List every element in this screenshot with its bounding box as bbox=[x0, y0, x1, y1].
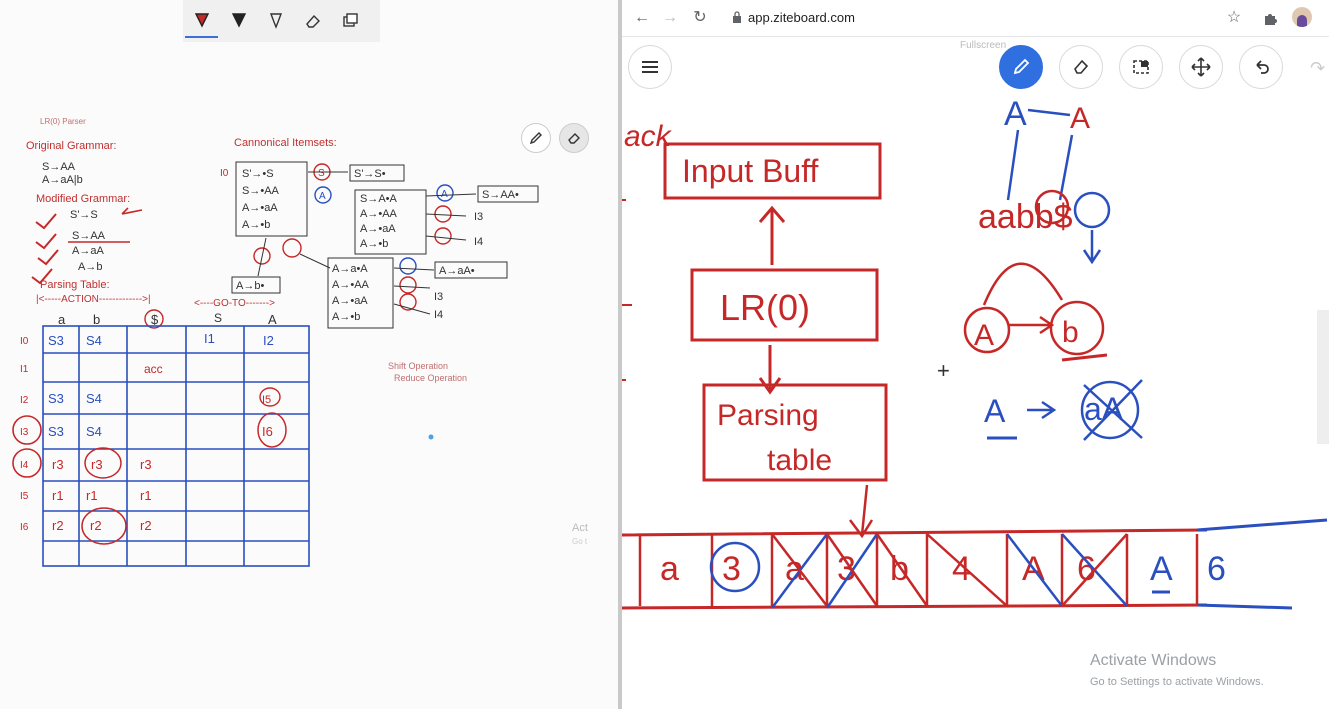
cell-3-a: S3 bbox=[48, 424, 64, 439]
modified-rule-2: S→AA bbox=[72, 230, 106, 242]
original-grammar-title: Original Grammar: bbox=[26, 140, 116, 152]
cell-0-S: I1 bbox=[204, 331, 215, 346]
whiteboard-canvas[interactable]: ack Input Buff LR(0) Parsing table A A a… bbox=[622, 0, 1329, 709]
original-rule-2: A→aA|b bbox=[42, 174, 83, 186]
i0-label: I0 bbox=[220, 168, 229, 179]
i3-item-3: A→•aA bbox=[332, 295, 368, 307]
stack-cell-10: 6 bbox=[1207, 550, 1226, 588]
cell-4-b: r3 bbox=[91, 457, 103, 472]
i2-item-2: A→•AA bbox=[360, 208, 398, 220]
modified-grammar-title: Modified Grammar: bbox=[36, 193, 130, 205]
i4-item: A→b• bbox=[236, 280, 264, 292]
i2-item-4: A→•b bbox=[360, 238, 388, 250]
stack-cell-6: 4 bbox=[952, 550, 971, 588]
faded-text-1: Act bbox=[572, 522, 588, 534]
side-panel-tab[interactable] bbox=[1317, 310, 1329, 444]
state-I4: I4 bbox=[20, 460, 29, 471]
stack-cell-9: A bbox=[1150, 550, 1173, 588]
dfa-left-state: A bbox=[974, 319, 994, 352]
svg-text:I3: I3 bbox=[474, 211, 483, 223]
left-pane: LR(0) Parser Original Grammar: S→AA A→aA… bbox=[0, 0, 618, 709]
cell-4-a: r3 bbox=[52, 457, 64, 472]
production-left: A bbox=[984, 393, 1006, 429]
state-I2: I2 bbox=[20, 395, 29, 406]
svg-text:S: S bbox=[318, 168, 325, 179]
canonical-title: Cannonical Itemsets: bbox=[234, 137, 337, 149]
svg-text:I4: I4 bbox=[474, 236, 483, 248]
diagram-top-A2: A bbox=[1070, 102, 1090, 135]
cell-0-a: S3 bbox=[48, 333, 64, 348]
notes-header: LR(0) Parser bbox=[40, 117, 86, 126]
notes-canvas: LR(0) Parser Original Grammar: S→AA A→aA… bbox=[12, 117, 588, 567]
svg-text:I3: I3 bbox=[434, 291, 443, 303]
i3-item-2: A→•AA bbox=[332, 279, 370, 291]
cell-1-dollar: acc bbox=[144, 362, 163, 376]
input-buffer-label: Input Buff bbox=[682, 153, 819, 189]
stack-cell-1: a bbox=[660, 550, 679, 588]
i0-item-4: A→•b bbox=[242, 219, 270, 231]
svg-text:I4: I4 bbox=[434, 309, 443, 321]
diagram-top-A1: A bbox=[1004, 95, 1027, 133]
col-b: b bbox=[93, 312, 100, 327]
i0-item-3: A→•aA bbox=[242, 202, 278, 214]
cell-5-b: r1 bbox=[86, 488, 98, 503]
input-string: aabb$ bbox=[978, 198, 1073, 236]
original-rule-1: S→AA bbox=[42, 161, 76, 173]
cell-0-A: I2 bbox=[263, 333, 274, 348]
right-pane: ← → ↻ app.ziteboard.com ☆ Fullscreen ↷ a… bbox=[622, 0, 1329, 709]
col-a: a bbox=[58, 312, 66, 327]
table-label: table bbox=[767, 444, 832, 477]
cell-2-b: S4 bbox=[86, 391, 102, 406]
i0-item-2: S→•AA bbox=[242, 185, 280, 197]
col-S: S bbox=[214, 311, 222, 325]
shift-note: Shift Operation bbox=[388, 361, 448, 371]
faded-text-2: Go t bbox=[572, 537, 588, 546]
i3-item-4: A→•b bbox=[332, 311, 360, 323]
i2-item-3: A→•aA bbox=[360, 223, 396, 235]
cell-6-dollar: r2 bbox=[140, 518, 152, 533]
cell-3-b: S4 bbox=[86, 424, 102, 439]
cell-6-b: r2 bbox=[90, 518, 102, 533]
state-I3: I3 bbox=[20, 427, 29, 438]
cell-0-b: S4 bbox=[86, 333, 102, 348]
cell-4-dollar: r3 bbox=[140, 457, 152, 472]
cell-5-dollar: r1 bbox=[140, 488, 152, 503]
goto-label: <----GO-TO-------> bbox=[194, 298, 275, 309]
state-I5: I5 bbox=[20, 491, 29, 502]
action-label: |<-----ACTION------------->| bbox=[36, 294, 151, 305]
state-I0: I0 bbox=[20, 336, 29, 347]
reduce-note: Reduce Operation bbox=[394, 373, 467, 383]
parsing-table-title: Parsing Table: bbox=[40, 279, 110, 291]
i0-item-1: S'→•S bbox=[242, 168, 274, 180]
stack-cell-2: 3 bbox=[722, 550, 741, 588]
svg-text:A: A bbox=[441, 189, 448, 200]
cell-3-A: I6 bbox=[262, 424, 273, 439]
parsing-label: Parsing bbox=[717, 399, 819, 432]
modified-rule-1: S'→S bbox=[70, 209, 98, 221]
cell-2-a: S3 bbox=[48, 391, 64, 406]
lr0-label: LR(0) bbox=[720, 287, 810, 328]
state-I1: I1 bbox=[20, 364, 29, 375]
watermark-line-1: Activate Windows bbox=[1090, 652, 1217, 669]
col-A: A bbox=[268, 312, 277, 327]
i6-item: A→aA• bbox=[439, 265, 475, 277]
col-dollar: $ bbox=[151, 312, 159, 327]
i2-item-1: S→A•A bbox=[360, 193, 398, 205]
production-right: aA bbox=[1084, 391, 1124, 427]
watermark-line-2: Go to Settings to activate Windows. bbox=[1090, 676, 1264, 688]
cell-5-a: r1 bbox=[52, 488, 64, 503]
i1-item: S'→S• bbox=[354, 168, 386, 180]
i5-item: S→AA• bbox=[482, 189, 519, 201]
modified-rule-4: A→b bbox=[78, 261, 102, 273]
crosshair-cursor: + bbox=[937, 358, 950, 383]
dfa-right-state: b bbox=[1062, 316, 1079, 349]
i3-item-1: A→a•A bbox=[332, 263, 368, 275]
svg-text:A: A bbox=[319, 191, 326, 202]
activate-windows-watermark: Activate Windows Go to Settings to activ… bbox=[1090, 652, 1264, 688]
state-I6: I6 bbox=[20, 522, 29, 533]
cell-6-a: r2 bbox=[52, 518, 64, 533]
modified-rule-3: A→aA bbox=[72, 245, 104, 257]
